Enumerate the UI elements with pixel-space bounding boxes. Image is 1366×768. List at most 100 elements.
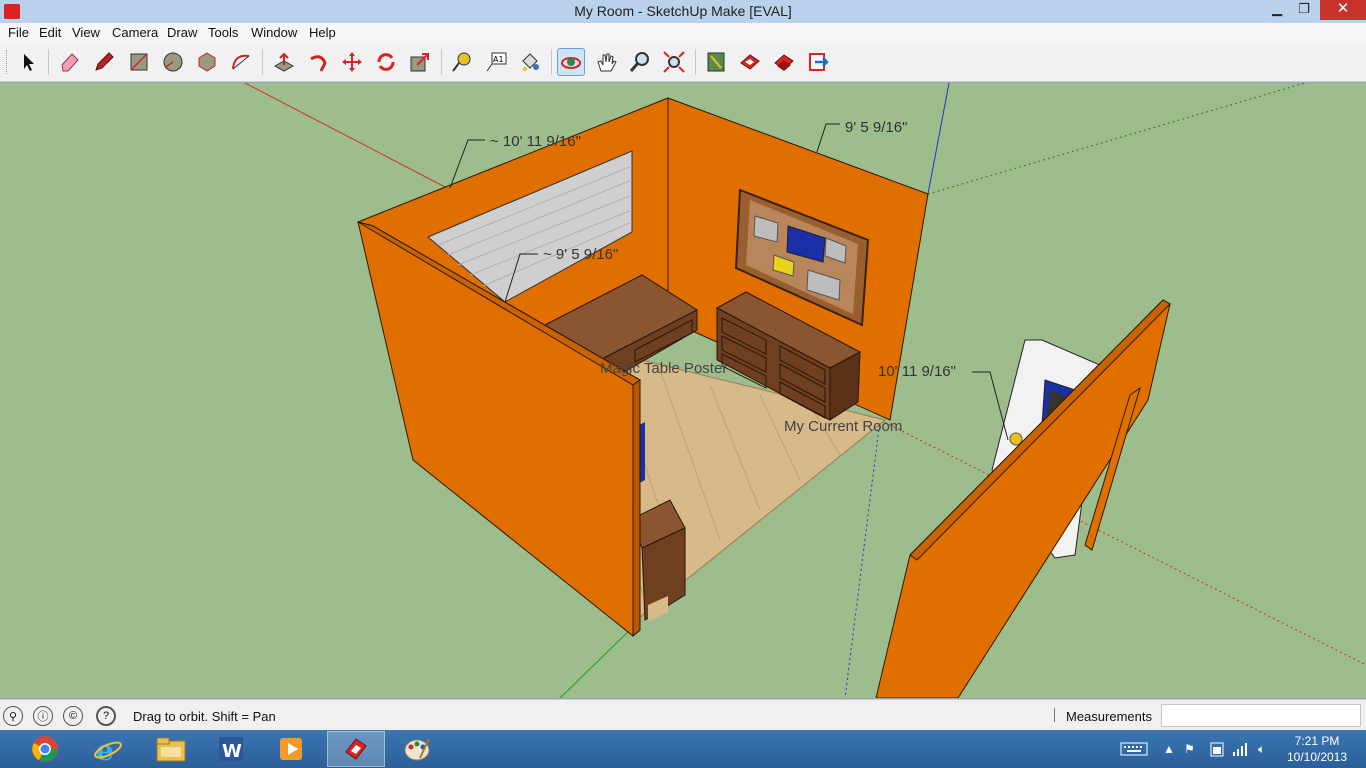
menu-help[interactable]: Help [309,25,336,40]
menu-view[interactable]: View [72,25,100,40]
follow-me-icon [310,55,327,72]
keyboard-icon[interactable] [1120,730,1148,768]
word-letter: W [222,741,242,762]
sketchup-icon [345,738,367,760]
measurements-input[interactable] [1161,704,1361,727]
taskbar-word[interactable]: W [202,731,260,767]
menu-draw[interactable]: Draw [167,25,197,40]
taskbar-chrome[interactable] [16,731,74,767]
pan-tool-button[interactable] [592,48,620,76]
menu-edit[interactable]: Edit [39,25,61,40]
window-title: My Room - SketchUp Make [EVAL] [574,3,792,19]
taskbar-paint[interactable] [388,731,446,767]
pencil-tool-button[interactable] [90,48,118,76]
toolbar-grip[interactable] [6,50,9,74]
dimension-leader [816,123,840,153]
status-divider [1054,708,1055,722]
green-axis-dotted [927,83,1306,195]
taskbar-media-player[interactable] [262,731,320,767]
arc-icon [232,54,250,70]
rotate-tool-button[interactable] [372,48,400,76]
action-center-flag-icon[interactable]: ⚑ [1184,730,1195,768]
orbit-icon [561,57,581,69]
room-model-drawing[interactable] [0,83,1366,698]
circle-tool-button[interactable] [159,48,187,76]
help-icon[interactable]: ? [96,706,116,726]
hand-pan-icon [597,53,617,72]
dimension-label[interactable]: ~ 9' 5 9/16" [543,246,618,263]
model-viewport[interactable]: ~ 10' 11 9/16" 9' 5 9/16" ~ 9' 5 9/16" 1… [0,83,1366,698]
tape-measure-tool-button[interactable] [448,48,476,76]
menu-camera[interactable]: Camera [112,25,158,40]
dimension-label[interactable]: 9' 5 9/16" [845,119,907,136]
green-axis [559,624,636,698]
pencil-icon [95,52,114,71]
dimension-label[interactable]: 10' 11 9/16" [878,363,956,380]
warehouse-icon [740,54,760,70]
zoom-tool-button[interactable] [626,48,654,76]
menu-window[interactable]: Window [251,25,297,40]
arrow-cursor-icon [24,54,34,71]
follow-me-tool-button[interactable] [304,48,332,76]
zoom-extents-icon [663,51,685,73]
dimension-label[interactable]: ~ 10' 11 9/16" [490,133,581,150]
taskbar-internet-explorer[interactable]: e [79,731,137,767]
menu-file[interactable]: File [8,25,29,40]
eraser-tool-button[interactable] [56,48,84,76]
word-icon: W [219,737,243,762]
red-axis [244,83,446,188]
paint-bucket-tool-button[interactable] [516,48,544,76]
zoom-extents-tool-button[interactable] [660,48,688,76]
rotate-icon [377,53,395,71]
text-label-icon: A1 [486,52,507,72]
scale-tool-button[interactable] [406,48,434,76]
polygon-icon [198,52,216,72]
windows-taskbar: e W ▲ ⚑ 🔈︎ 7:21 PM 10/10/2013 [0,730,1366,768]
orbit-tool-button[interactable] [557,48,585,76]
toolbar-separator [695,49,696,75]
move-arrows-icon [342,52,362,72]
credits-icon[interactable]: ⓘ [33,706,53,726]
my-current-room-label[interactable]: My Current Room [784,418,902,435]
geo-location-icon[interactable]: ⚲ [3,706,23,726]
taskbar-clock[interactable]: 7:21 PM 10/10/2013 [1282,733,1352,765]
network-signal-icon[interactable] [1232,730,1250,768]
internet-explorer-icon: e [94,734,122,764]
toolbar-separator [551,49,552,75]
volume-icon[interactable]: 🔈︎ [1258,730,1265,768]
front-left-wall-edge [632,379,641,638]
arc-tool-button[interactable] [227,48,255,76]
media-player-icon [280,738,302,760]
close-button[interactable]: ✕ [1320,0,1366,20]
toolbar-separator [48,49,49,75]
menu-bar: File Edit View Camera Draw Tools Window … [0,23,1366,43]
polygon-tool-button[interactable] [193,48,221,76]
paint-palette-icon [404,738,430,761]
taskbar-sketchup[interactable] [327,731,385,767]
move-tool-button[interactable] [338,48,366,76]
copyright-icon[interactable]: © [63,706,83,726]
scale-icon [410,53,429,72]
status-bar: ⚲ ⓘ © ? Drag to orbit. Shift = Pan Measu… [0,699,1366,730]
push-pull-tool-button[interactable] [270,48,298,76]
tray-expand-icon[interactable]: ▲ [1163,730,1175,768]
3d-warehouse-tool-button[interactable] [736,48,764,76]
rectangle-tool-button[interactable] [125,48,153,76]
upload-tool-button[interactable] [804,48,832,76]
component-browser-tool-button[interactable] [702,48,730,76]
battery-icon[interactable] [1208,730,1226,768]
select-tool-button[interactable] [14,48,42,76]
measurements-label: Measurements [1066,709,1152,724]
clock-date: 10/10/2013 [1286,750,1348,764]
blue-axis-dotted [844,419,881,698]
circle-icon [163,52,183,72]
restore-button[interactable]: ❐ [1289,0,1319,20]
menu-tools[interactable]: Tools [208,25,238,40]
eraser-icon [61,53,79,72]
share-model-tool-button[interactable] [770,48,798,76]
taskbar-file-explorer[interactable] [142,731,200,767]
minimize-button[interactable]: ▁ [1262,0,1292,20]
text-tool-button[interactable]: A1 [482,48,510,76]
magic-table-poster-label[interactable]: Magic Table Poster [600,360,727,377]
toolbar-separator [441,49,442,75]
